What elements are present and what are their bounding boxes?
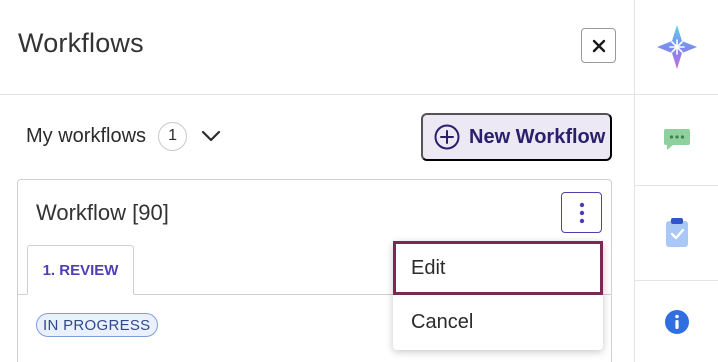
workflow-filter-dropdown[interactable]: My workflows 1 — [26, 120, 221, 152]
workflow-options-menu: Edit Cancel — [393, 241, 603, 350]
page-title: Workflows — [18, 28, 144, 58]
close-icon — [592, 39, 605, 52]
kebab-vertical-icon — [579, 202, 584, 223]
rail-item-tasks[interactable] — [635, 186, 718, 281]
menu-item-cancel[interactable]: Cancel — [393, 295, 603, 349]
workflow-filter-label: My workflows — [26, 124, 147, 147]
ai-sparkle-icon — [657, 25, 697, 69]
rail-item-chat[interactable] — [635, 95, 718, 186]
right-rail — [634, 0, 718, 362]
tab-review[interactable]: 1. REVIEW — [27, 245, 134, 295]
chat-icon — [664, 129, 690, 150]
workflows-panel: Workflows My workflows 1 New Workflow Wo… — [0, 0, 634, 362]
plus-circle-icon — [434, 124, 460, 150]
clipboard-check-icon — [666, 218, 688, 247]
close-button[interactable] — [581, 28, 616, 63]
rail-item-ai[interactable] — [635, 0, 718, 95]
status-badge: IN PROGRESS — [36, 313, 158, 337]
panel-header: Workflows — [0, 0, 634, 95]
new-workflow-label: New Workflow — [469, 125, 606, 148]
chevron-down-icon[interactable] — [201, 130, 221, 142]
workflow-count-badge: 1 — [158, 121, 188, 151]
menu-item-edit[interactable]: Edit — [393, 241, 603, 295]
rail-item-info[interactable] — [635, 281, 718, 362]
info-icon — [665, 309, 689, 334]
new-workflow-button[interactable]: New Workflow — [421, 113, 612, 161]
workflow-options-button[interactable] — [561, 192, 602, 233]
workflow-title: Workflow [90] — [36, 200, 169, 225]
